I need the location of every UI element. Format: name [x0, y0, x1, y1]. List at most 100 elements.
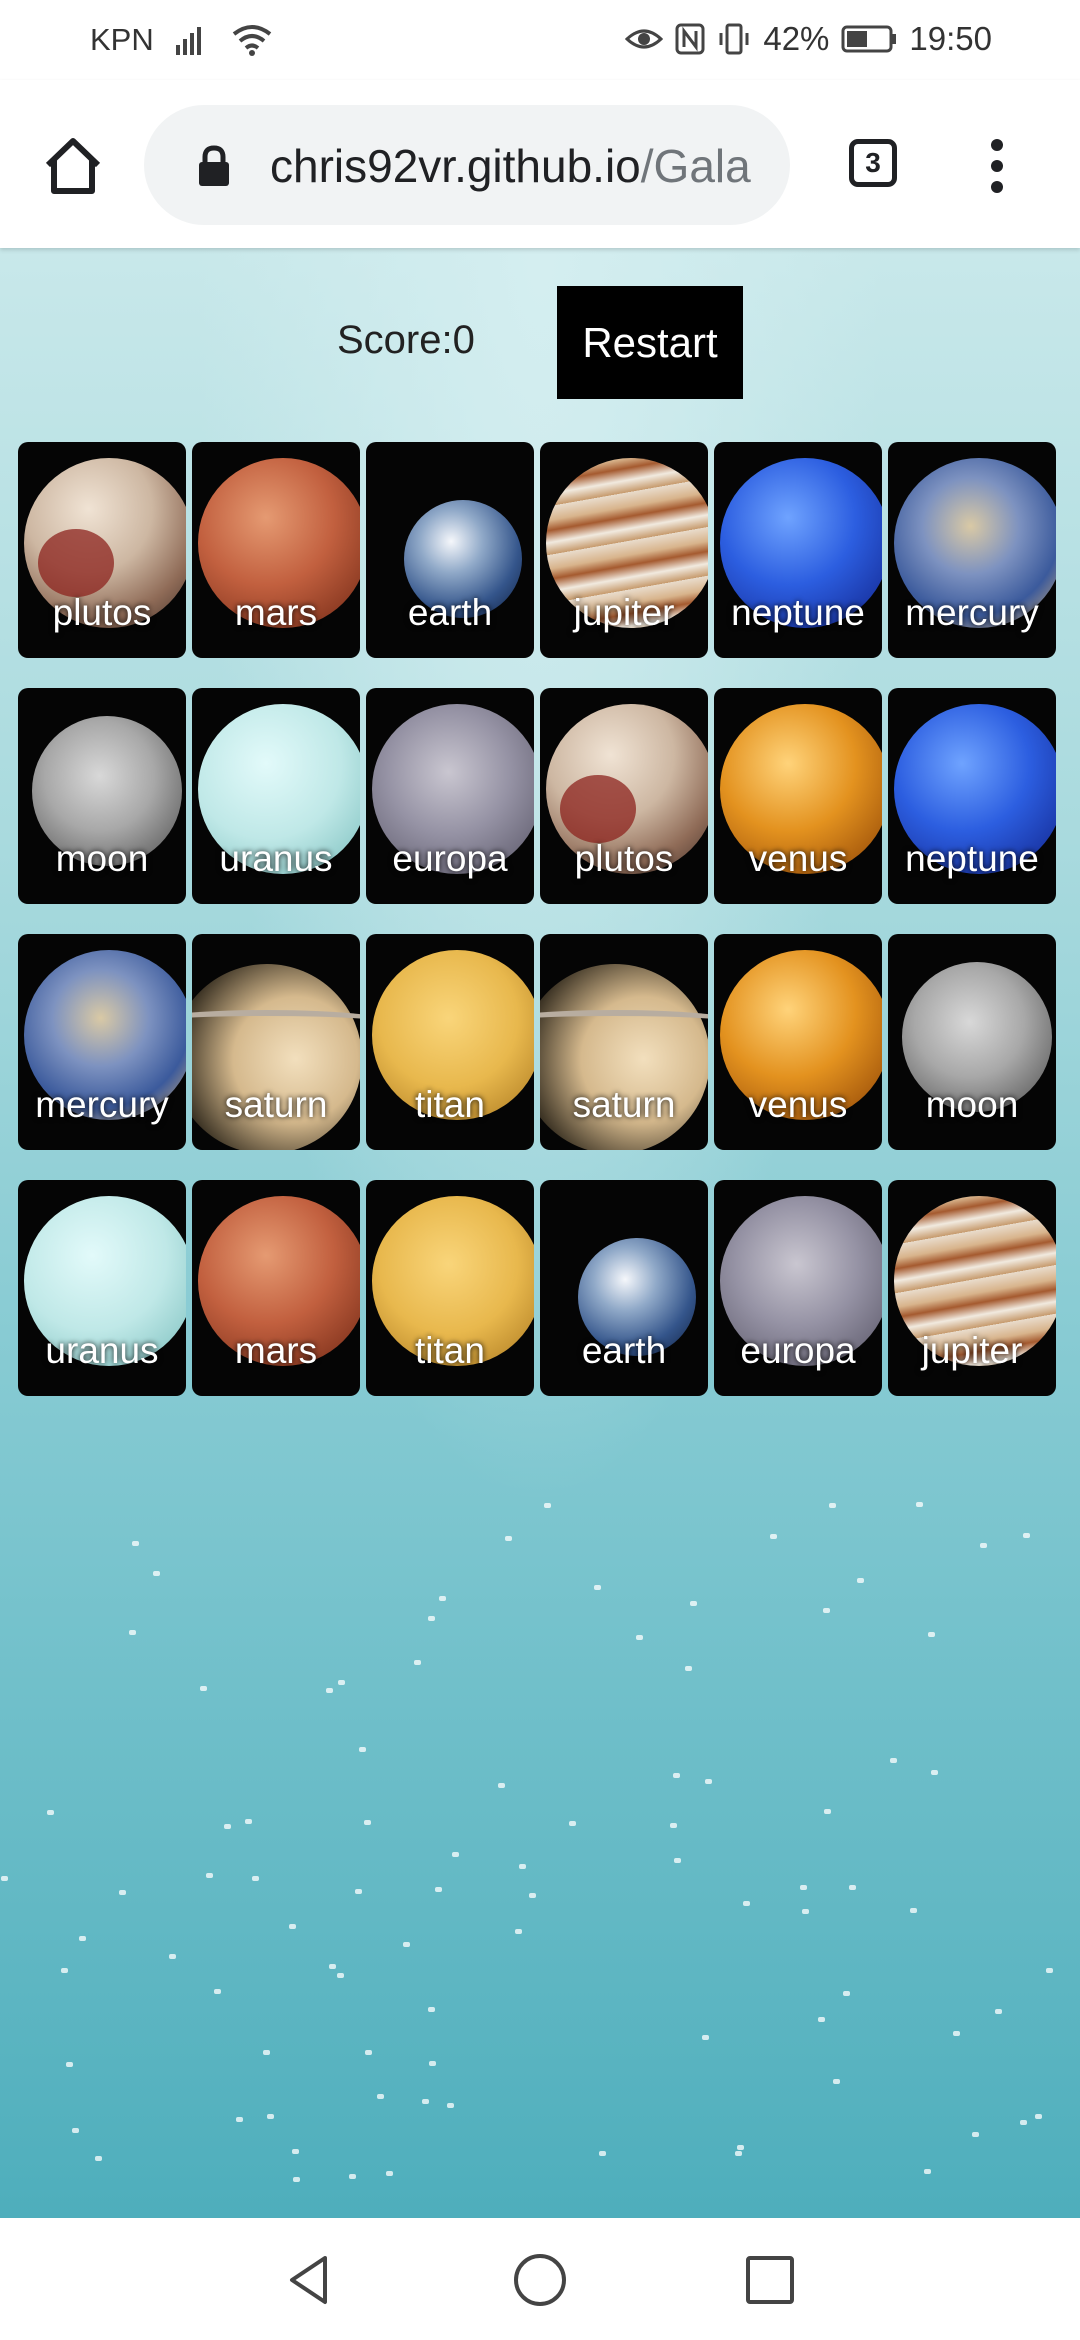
card-venus[interactable]: venus [714, 688, 882, 904]
eye-icon [625, 25, 664, 53]
card-label: saturn [572, 1084, 676, 1125]
background-speck [515, 1929, 522, 1934]
tab-switcher-button[interactable]: 3 [849, 139, 897, 187]
back-button[interactable] [280, 2250, 340, 2310]
background-speck [674, 1858, 681, 1863]
background-speck [569, 1821, 576, 1826]
background-speck [823, 1608, 830, 1613]
card-label: europa [740, 1330, 856, 1371]
card-label: plutos [574, 838, 674, 879]
background-speck [414, 1660, 421, 1665]
background-speck [735, 2151, 742, 2156]
background-speck [66, 2062, 73, 2067]
background-speck [890, 1758, 897, 1763]
card-label: saturn [224, 1084, 328, 1125]
background-speck [79, 1936, 86, 1941]
card-label: moon [55, 838, 149, 879]
background-speck [329, 1964, 336, 1969]
card-label: neptune [731, 592, 865, 633]
background-speck [498, 1783, 505, 1788]
card-label: neptune [905, 838, 1039, 879]
card-mars[interactable]: mars [192, 442, 360, 658]
background-speck [224, 1824, 231, 1829]
background-speck [928, 1632, 935, 1637]
card-saturn[interactable]: saturn [540, 934, 708, 1150]
background-speck [292, 2149, 299, 2154]
background-speck [519, 1864, 526, 1869]
card-saturn[interactable]: saturn [192, 934, 360, 1150]
background-speck [132, 1541, 139, 1546]
card-plutos[interactable]: plutos [540, 688, 708, 904]
background-speck [980, 1543, 987, 1548]
nfc-icon [675, 23, 705, 55]
card-titan[interactable]: titan [366, 934, 534, 1150]
background-speck [119, 1890, 126, 1895]
card-uranus[interactable]: uranus [18, 1180, 186, 1396]
background-speck [685, 1666, 692, 1671]
card-earth[interactable]: earth [540, 1180, 708, 1396]
background-speck [1020, 2120, 1027, 2125]
card-moon[interactable]: moon [18, 688, 186, 904]
background-speck [690, 1601, 697, 1606]
background-speck [857, 1578, 864, 1583]
card-uranus[interactable]: uranus [192, 688, 360, 904]
background-speck [529, 1893, 536, 1898]
home-circle-icon [514, 2254, 566, 2306]
background-speck [377, 2094, 384, 2099]
system-nav-bar [0, 2218, 1080, 2340]
background-speck [802, 1909, 809, 1914]
background-speck [843, 1991, 850, 1996]
card-jupiter[interactable]: jupiter [540, 442, 708, 658]
card-plutos[interactable]: plutos [18, 442, 186, 658]
background-speck [995, 2009, 1002, 2014]
card-label: moon [925, 1084, 1019, 1125]
card-mercury[interactable]: mercury [888, 442, 1056, 658]
background-speck [429, 2061, 436, 2066]
background-speck [435, 1887, 442, 1892]
carrier-name: KPN [90, 22, 154, 57]
card-jupiter[interactable]: jupiter [888, 1180, 1056, 1396]
home-button[interactable] [40, 133, 106, 199]
background-speck [972, 2132, 979, 2137]
card-earth[interactable]: earth [366, 442, 534, 658]
status-bar: KPN 42% 19:50 [0, 0, 1080, 80]
background-speck [670, 1823, 677, 1828]
card-label: uranus [219, 838, 333, 879]
background-speck [1035, 2114, 1042, 2119]
recents-square-icon [746, 2256, 794, 2304]
card-neptune[interactable]: neptune [714, 442, 882, 658]
background-speck [910, 1908, 917, 1913]
background-speck [594, 1585, 601, 1590]
background-speck [636, 1635, 643, 1640]
background-speck [673, 1773, 680, 1778]
url-bar[interactable]: chris92vr.github.io/Gala [144, 105, 790, 225]
recents-button[interactable] [740, 2250, 800, 2310]
card-mercury[interactable]: mercury [18, 934, 186, 1150]
background-speck [206, 1873, 213, 1878]
restart-button[interactable]: Restart [557, 286, 743, 399]
background-speck [293, 2177, 300, 2182]
background-speck [200, 1686, 207, 1691]
card-label: mercury [35, 1084, 169, 1125]
card-europa[interactable]: europa [714, 1180, 882, 1396]
card-label: titan [415, 1330, 485, 1371]
card-titan[interactable]: titan [366, 1180, 534, 1396]
background-speck [153, 1571, 160, 1576]
background-speck [428, 1616, 435, 1621]
wifi-icon [232, 24, 272, 56]
home-nav-button[interactable] [510, 2250, 570, 2310]
background-speck [349, 2174, 356, 2179]
card-europa[interactable]: europa [366, 688, 534, 904]
card-moon[interactable]: moon [888, 934, 1056, 1150]
background-speck [953, 2031, 960, 2036]
background-speck [818, 2017, 825, 2022]
background-speck [702, 2035, 709, 2040]
browser-toolbar: chris92vr.github.io/Gala 3 [0, 80, 1080, 248]
menu-button[interactable] [985, 138, 1009, 194]
card-neptune[interactable]: neptune [888, 688, 1056, 904]
card-mars[interactable]: mars [192, 1180, 360, 1396]
background-speck [386, 2171, 393, 2176]
card-venus[interactable]: venus [714, 934, 882, 1150]
background-speck [1023, 1533, 1030, 1538]
background-speck [428, 2007, 435, 2012]
